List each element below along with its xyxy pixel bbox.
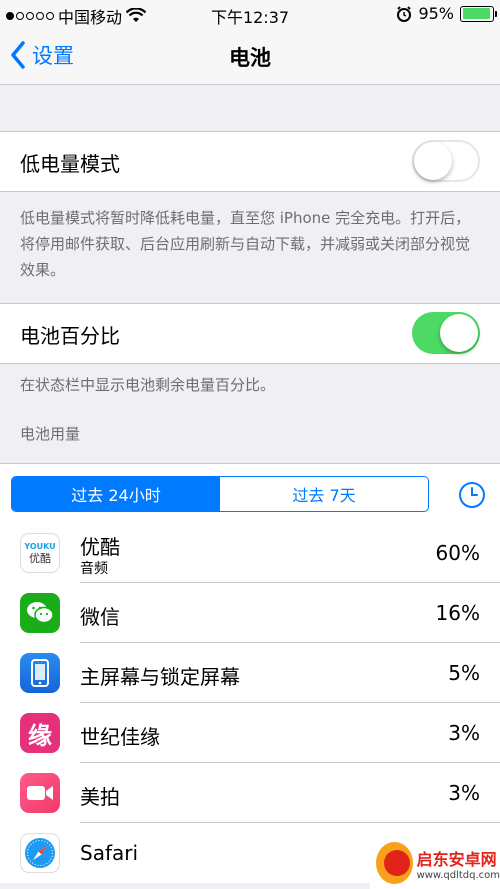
- battery-percent: 95%: [418, 4, 454, 23]
- low-power-mode-label: 低电量模式: [20, 152, 120, 176]
- app-usage-list: YOUKU 优酷 优酷 音频 60% 微信 16% 主屏幕与锁定屏幕 5% 缘 …: [0, 523, 500, 883]
- app-name: Safari: [80, 841, 139, 865]
- app-name: 优酷: [80, 535, 120, 559]
- status-bar-right: 95%: [396, 4, 497, 23]
- app-name: 微信: [80, 605, 120, 629]
- battery-percentage-cell: 电池百分比: [0, 303, 500, 364]
- watermark-logo-icon: [376, 842, 413, 884]
- status-bar: 中国移动 下午12:37 95%: [0, 0, 500, 28]
- youku-icon-text-en: YOUKU: [24, 541, 56, 551]
- jiayuan-icon: 缘: [20, 713, 60, 753]
- battery-usage-header: 电池用量: [20, 425, 81, 443]
- app-percent: 16%: [435, 601, 480, 625]
- low-power-mode-cell: 低电量模式: [0, 131, 500, 192]
- usage-period-bar: 过去 24小时 过去 7天: [0, 463, 500, 523]
- app-percent: 3%: [448, 781, 480, 805]
- jiayuan-icon-text: 缘: [28, 721, 52, 750]
- site-watermark: 启东安卓网 www.qdltdq.com: [370, 837, 500, 889]
- segment-last-7-days[interactable]: 过去 7天: [220, 477, 428, 511]
- meipai-icon: [20, 773, 60, 813]
- app-percent: 3%: [448, 721, 480, 745]
- safari-icon: [20, 833, 60, 873]
- clock-icon[interactable]: [458, 481, 486, 509]
- app-name: 世纪佳缘: [80, 725, 160, 749]
- watermark-url: www.qdltdq.com: [416, 869, 500, 881]
- app-name: 主屏幕与锁定屏幕: [80, 665, 240, 689]
- home-lock-screen-icon: [20, 653, 60, 693]
- navigation-bar: 设置 电池: [0, 28, 500, 85]
- battery-percentage-toggle[interactable]: [412, 312, 480, 354]
- app-percent: 5%: [448, 661, 480, 685]
- app-row-meipai[interactable]: 美拍 3%: [0, 763, 500, 823]
- usage-period-segmented-control: 过去 24小时 过去 7天: [11, 476, 429, 512]
- segment-last-24-hours[interactable]: 过去 24小时: [12, 477, 220, 511]
- app-name: 美拍: [80, 785, 120, 809]
- app-subtitle: 音频: [80, 561, 108, 577]
- watermark-text: 启东安卓网 www.qdltdq.com: [417, 846, 500, 881]
- page-title: 电池: [229, 46, 271, 70]
- youku-icon: YOUKU 优酷: [20, 533, 60, 573]
- toggle-knob: [440, 314, 478, 352]
- alarm-icon: [397, 5, 412, 22]
- app-row-home-lock-screen[interactable]: 主屏幕与锁定屏幕 5%: [0, 643, 500, 703]
- low-power-mode-footnote: 低电量模式将暂时降低耗电量，直至您 iPhone 完全充电。打开后，将停用邮件获…: [20, 209, 471, 279]
- battery-percentage-label: 电池百分比: [20, 324, 120, 348]
- low-power-mode-toggle[interactable]: [412, 140, 480, 182]
- youku-icon-text-cn: 优酷: [29, 551, 51, 565]
- battery-percentage-footnote: 在状态栏中显示电池剩余电量百分比。: [20, 376, 276, 394]
- battery-icon: [460, 5, 497, 22]
- wechat-icon: [20, 593, 60, 633]
- app-row-jiayuan[interactable]: 缘 世纪佳缘 3%: [0, 703, 500, 763]
- app-row-youku[interactable]: YOUKU 优酷 优酷 音频 60%: [0, 523, 500, 583]
- app-percent: 60%: [435, 541, 480, 565]
- battery-fill: [462, 8, 491, 19]
- watermark-title: 启东安卓网: [416, 849, 497, 869]
- app-row-wechat[interactable]: 微信 16%: [0, 583, 500, 643]
- toggle-knob: [414, 142, 452, 180]
